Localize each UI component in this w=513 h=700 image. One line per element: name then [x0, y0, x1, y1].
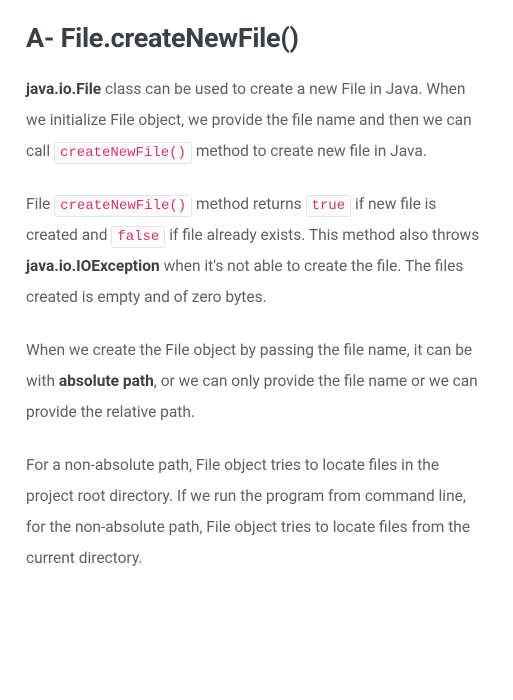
heading: A- File.createNewFile(): [26, 22, 487, 54]
bold-text: absolute path: [59, 372, 154, 390]
text: For a non-absolute path, File object tri…: [26, 456, 470, 567]
text: method to create new file in Java.: [192, 142, 427, 160]
paragraph-2: File createNewFile() method returns true…: [26, 189, 487, 313]
text: if file already exists. This method also…: [165, 226, 479, 244]
text: File: [26, 195, 54, 213]
bold-text: java.io.IOException: [26, 257, 160, 275]
bold-text: java.io.File: [26, 80, 101, 98]
inline-code: createNewFile(): [54, 142, 192, 164]
inline-code: true: [306, 195, 352, 217]
inline-code: false: [111, 226, 165, 248]
inline-code: createNewFile(): [54, 195, 192, 217]
paragraph-3: When we create the File object by passin…: [26, 335, 487, 428]
text: method returns: [192, 195, 305, 213]
paragraph-1: java.io.File class can be used to create…: [26, 74, 487, 167]
paragraph-4: For a non-absolute path, File object tri…: [26, 450, 487, 574]
